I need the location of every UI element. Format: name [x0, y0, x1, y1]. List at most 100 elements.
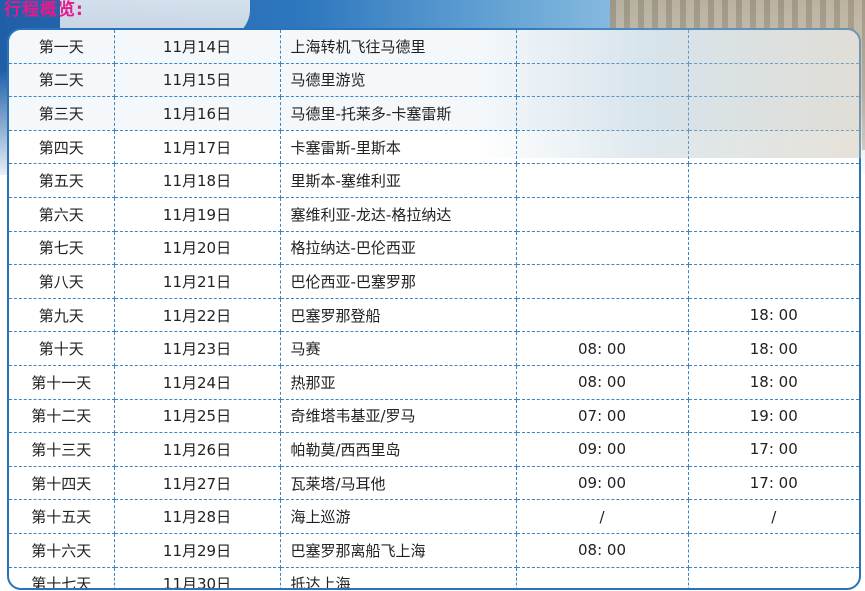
date-cell: 11月20日	[113, 230, 281, 266]
day-cell: 第五天	[9, 163, 115, 198]
depart-time-cell: 17: 00	[687, 465, 859, 501]
arrive-time-cell: 09: 00	[515, 432, 689, 467]
route-cell: 马德里游览	[279, 62, 517, 98]
itinerary-row: 第十四天 11月27日 瓦莱塔/马耳他 09: 00 17: 00	[9, 465, 859, 501]
route-cell: 马赛	[279, 331, 517, 366]
day-cell: 第六天	[9, 196, 115, 232]
route-cell: 格拉纳达-巴伦西亚	[279, 230, 517, 266]
route-cell: 巴伦西亚-巴塞罗那	[279, 264, 517, 299]
date-cell: 11月21日	[113, 264, 281, 299]
day-cell: 第一天	[9, 30, 115, 64]
arrive-time-cell: 09: 00	[515, 465, 689, 501]
itinerary-row: 第七天 11月20日 格拉纳达-巴伦西亚	[9, 230, 859, 266]
date-cell: 11月28日	[113, 499, 281, 534]
day-cell: 第八天	[9, 264, 115, 299]
date-cell: 11月14日	[113, 30, 281, 64]
itinerary-row: 第十一天 11月24日 热那亚 08: 00 18: 00	[9, 364, 859, 400]
itinerary-row: 第十七天 11月30日 抵达上海	[9, 566, 859, 588]
itinerary-table-frame: 第一天 11月14日 上海转机飞往马德里 第二天 11月15日 马德里游览 第三天 11月16…	[7, 28, 861, 590]
date-cell: 11月15日	[113, 62, 281, 98]
date-cell: 11月18日	[113, 163, 281, 198]
depart-time-cell: 18: 00	[687, 364, 859, 400]
day-cell: 第七天	[9, 230, 115, 266]
arrive-time-cell: 08: 00	[515, 364, 689, 400]
depart-time-cell	[687, 264, 859, 299]
depart-time-cell	[687, 196, 859, 232]
date-cell: 11月23日	[113, 331, 281, 366]
day-cell: 第十七天	[9, 566, 115, 588]
depart-time-cell: 19: 00	[687, 398, 859, 434]
page-title: 行程概览:	[4, 0, 84, 20]
depart-time-cell	[687, 230, 859, 266]
itinerary-row: 第八天 11月21日 巴伦西亚-巴塞罗那	[9, 264, 859, 299]
route-cell: 瓦莱塔/马耳他	[279, 465, 517, 501]
arrive-time-cell	[515, 62, 689, 98]
day-cell: 第十一天	[9, 364, 115, 400]
route-cell: 巴塞罗那离船飞上海	[279, 532, 517, 568]
itinerary-row: 第九天 11月22日 巴塞罗那登船 18: 00	[9, 297, 859, 333]
arrive-time-cell	[515, 196, 689, 232]
day-cell: 第十二天	[9, 398, 115, 434]
route-cell: 上海转机飞往马德里	[279, 30, 517, 64]
itinerary-row: 第十二天 11月25日 奇维塔韦基亚/罗马 07: 00 19: 00	[9, 398, 859, 434]
itinerary-table: 第一天 11月14日 上海转机飞往马德里 第二天 11月15日 马德里游览 第三天 11月16…	[9, 30, 859, 588]
arrive-time-cell	[515, 264, 689, 299]
day-cell: 第九天	[9, 297, 115, 333]
date-cell: 11月22日	[113, 297, 281, 333]
day-cell: 第十六天	[9, 532, 115, 568]
itinerary-row: 第十天 11月23日 马赛 08: 00 18: 00	[9, 331, 859, 366]
route-cell: 马德里-托莱多-卡塞雷斯	[279, 96, 517, 131]
arrive-time-cell	[515, 129, 689, 165]
itinerary-row: 第二天 11月15日 马德里游览	[9, 62, 859, 98]
itinerary-row: 第十五天 11月28日 海上巡游 / /	[9, 499, 859, 534]
arrive-time-cell	[515, 30, 689, 64]
arrive-time-cell	[515, 297, 689, 333]
arrive-time-cell: /	[515, 499, 689, 534]
depart-time-cell: 18: 00	[687, 297, 859, 333]
arrive-time-cell	[515, 566, 689, 588]
depart-time-cell	[687, 62, 859, 98]
depart-time-cell	[687, 163, 859, 198]
day-cell: 第十五天	[9, 499, 115, 534]
date-cell: 11月19日	[113, 196, 281, 232]
route-cell: 热那亚	[279, 364, 517, 400]
route-cell: 里斯本-塞维利亚	[279, 163, 517, 198]
day-cell: 第十天	[9, 331, 115, 366]
day-cell: 第三天	[9, 96, 115, 131]
depart-time-cell: 18: 00	[687, 331, 859, 366]
depart-time-cell: /	[687, 499, 859, 534]
date-cell: 11月16日	[113, 96, 281, 131]
itinerary-row: 第五天 11月18日 里斯本-塞维利亚	[9, 163, 859, 198]
itinerary-rows: 第一天 11月14日 上海转机飞往马德里 第二天 11月15日 马德里游览 第三天 11月16…	[9, 30, 859, 588]
itinerary-row: 第十六天 11月29日 巴塞罗那离船飞上海 08: 00	[9, 532, 859, 568]
route-cell: 卡塞雷斯-里斯本	[279, 129, 517, 165]
arrive-time-cell	[515, 163, 689, 198]
date-cell: 11月25日	[113, 398, 281, 434]
arrive-time-cell: 08: 00	[515, 532, 689, 568]
arrive-time-cell	[515, 96, 689, 131]
day-cell: 第十四天	[9, 465, 115, 501]
route-cell: 帕勒莫/西西里岛	[279, 432, 517, 467]
arrive-time-cell	[515, 230, 689, 266]
route-cell: 抵达上海	[279, 566, 517, 588]
route-cell: 海上巡游	[279, 499, 517, 534]
date-cell: 11月17日	[113, 129, 281, 165]
arrive-time-cell: 07: 00	[515, 398, 689, 434]
depart-time-cell	[687, 566, 859, 588]
date-cell: 11月24日	[113, 364, 281, 400]
depart-time-cell	[687, 129, 859, 165]
itinerary-row: 第三天 11月16日 马德里-托莱多-卡塞雷斯	[9, 96, 859, 131]
depart-time-cell: 17: 00	[687, 432, 859, 467]
date-cell: 11月26日	[113, 432, 281, 467]
depart-time-cell	[687, 532, 859, 568]
itinerary-row: 第十三天 11月26日 帕勒莫/西西里岛 09: 00 17: 00	[9, 432, 859, 467]
depart-time-cell	[687, 30, 859, 64]
date-cell: 11月30日	[113, 566, 281, 588]
date-cell: 11月27日	[113, 465, 281, 501]
date-cell: 11月29日	[113, 532, 281, 568]
itinerary-row: 第四天 11月17日 卡塞雷斯-里斯本	[9, 129, 859, 165]
depart-time-cell	[687, 96, 859, 131]
route-cell: 巴塞罗那登船	[279, 297, 517, 333]
day-cell: 第二天	[9, 62, 115, 98]
itinerary-row: 第六天 11月19日 塞维利亚-龙达-格拉纳达	[9, 196, 859, 232]
